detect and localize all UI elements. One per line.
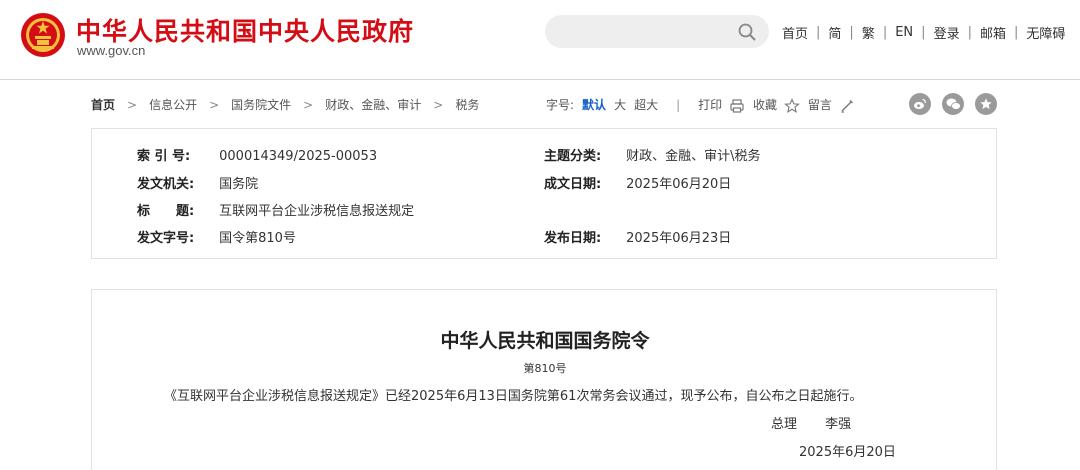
info-label: 标 题: bbox=[137, 204, 195, 219]
chevron-right-icon: > bbox=[127, 97, 138, 112]
info-value: 000014349/2025-00053 bbox=[219, 149, 378, 164]
link-login[interactable]: 登录 bbox=[934, 23, 960, 42]
share-icons bbox=[909, 93, 997, 115]
link-english[interactable]: EN bbox=[895, 25, 913, 40]
weibo-glyph-icon bbox=[914, 98, 926, 110]
comment-label: 留言 bbox=[807, 98, 832, 112]
weibo-icon[interactable] bbox=[909, 93, 931, 115]
link-divider: | bbox=[882, 25, 888, 40]
document-body: 《互联网平台企业涉税信息报送规定》已经2025年6月13日国务院第61次常务会议… bbox=[164, 389, 863, 404]
document-number: 第810号 bbox=[523, 362, 567, 375]
link-divider: | bbox=[849, 25, 854, 40]
info-label: 主题分类: bbox=[544, 149, 602, 164]
collect-label: 收藏 bbox=[752, 98, 777, 112]
link-accessibility[interactable]: 无障碍 bbox=[1026, 23, 1065, 42]
font-size-xlarge[interactable]: 超大 bbox=[634, 96, 658, 113]
page-tools: 字号: 默认 大 超大 | 打印 收藏 留言 bbox=[546, 96, 855, 114]
info-label: 成文日期: bbox=[544, 177, 602, 192]
star-icon[interactable] bbox=[975, 93, 997, 115]
font-size-label: 字号: bbox=[546, 98, 575, 113]
breadcrumb-info-public[interactable]: 信息公开 bbox=[149, 96, 197, 113]
search-input[interactable] bbox=[559, 15, 729, 48]
document-content: 中华人民共和国国务院令 第810号 《互联网平台企业涉税信息报送规定》已经202… bbox=[91, 289, 997, 470]
link-simplified[interactable]: 简 bbox=[828, 23, 841, 42]
info-value: 互联网平台企业涉税信息报送规定 bbox=[219, 204, 415, 219]
collect-button[interactable]: 收藏 bbox=[753, 96, 800, 114]
info-index: 索 引 号: 000014349/2025-00053 bbox=[137, 145, 377, 164]
chevron-right-icon: > bbox=[303, 97, 314, 112]
info-value: 2025年06月20日 bbox=[626, 177, 732, 192]
info-value: 国令第810号 bbox=[219, 231, 296, 246]
info-publish-date: 发布日期: 2025年06月23日 bbox=[544, 227, 731, 246]
breadcrumb-finance[interactable]: 财政、金融、审计 bbox=[325, 96, 421, 113]
document-signature: 总理 李强 bbox=[771, 413, 851, 432]
info-label: 发文字号: bbox=[137, 231, 195, 246]
breadcrumb-state-council-docs[interactable]: 国务院文件 bbox=[231, 96, 291, 113]
breadcrumb: 首页 > 信息公开 > 国务院文件 > 财政、金融、审计 > 税务 bbox=[91, 96, 479, 113]
pencil-icon bbox=[841, 99, 853, 113]
info-doc-number: 发文字号: 国令第810号 bbox=[137, 227, 296, 246]
wechat-icon[interactable] bbox=[942, 93, 964, 115]
chevron-right-icon: > bbox=[433, 97, 444, 112]
link-traditional[interactable]: 繁 bbox=[862, 23, 875, 42]
printer-icon bbox=[730, 98, 744, 113]
link-divider: | bbox=[816, 25, 821, 40]
wechat-glyph-icon bbox=[946, 98, 961, 110]
info-title: 标 题: 互联网平台企业涉税信息报送规定 bbox=[137, 200, 414, 219]
site-domain: www.gov.cn bbox=[77, 43, 146, 58]
search-box bbox=[545, 15, 769, 48]
link-divider: | bbox=[921, 25, 926, 40]
font-size-large[interactable]: 大 bbox=[614, 96, 626, 113]
chevron-right-icon: > bbox=[209, 97, 220, 112]
site-header: 中华人民共和国中央人民政府 www.gov.cn 首页 | 简 | 繁 | EN | 登… bbox=[0, 0, 1080, 80]
signature-role: 总理 bbox=[771, 417, 798, 432]
search-icon[interactable] bbox=[738, 23, 756, 41]
print-label: 打印 bbox=[698, 98, 723, 112]
info-value: 2025年06月23日 bbox=[626, 231, 732, 246]
info-value: 国务院 bbox=[219, 177, 259, 192]
info-value: 财政、金融、审计\税务 bbox=[626, 149, 761, 164]
info-category: 主题分类: 财政、金融、审计\税务 bbox=[544, 145, 761, 164]
signature-name: 李强 bbox=[825, 417, 852, 432]
document-title: 中华人民共和国国务院令 bbox=[440, 330, 650, 352]
national-emblem-icon[interactable] bbox=[20, 12, 66, 58]
font-size-default[interactable]: 默认 bbox=[582, 96, 606, 113]
print-button[interactable]: 打印 bbox=[698, 96, 745, 114]
link-home[interactable]: 首页 bbox=[782, 23, 808, 42]
link-divider: | bbox=[967, 25, 972, 40]
document-date: 2025年6月20日 bbox=[799, 445, 896, 460]
link-divider: | bbox=[1013, 25, 1019, 40]
breadcrumb-home[interactable]: 首页 bbox=[91, 96, 115, 113]
comment-button[interactable]: 留言 bbox=[808, 96, 855, 114]
star-outline-icon bbox=[783, 97, 800, 113]
document-info-panel: 索 引 号: 000014349/2025-00053 主题分类: 财政、金融、… bbox=[91, 128, 997, 259]
info-label: 发布日期: bbox=[544, 231, 602, 246]
breadcrumb-tax[interactable]: 税务 bbox=[455, 96, 479, 113]
top-links: 首页 | 简 | 繁 | EN | 登录 | 邮箱 | 无障碍 bbox=[782, 23, 1065, 42]
star-glyph-icon bbox=[980, 98, 992, 110]
link-mail[interactable]: 邮箱 bbox=[980, 23, 1006, 42]
info-written-date: 成文日期: 2025年06月20日 bbox=[544, 173, 731, 192]
tools-divider: | bbox=[676, 97, 681, 112]
info-label: 发文机关: bbox=[137, 177, 195, 192]
info-label: 索 引 号: bbox=[137, 149, 191, 164]
info-issuer: 发文机关: 国务院 bbox=[137, 173, 258, 192]
